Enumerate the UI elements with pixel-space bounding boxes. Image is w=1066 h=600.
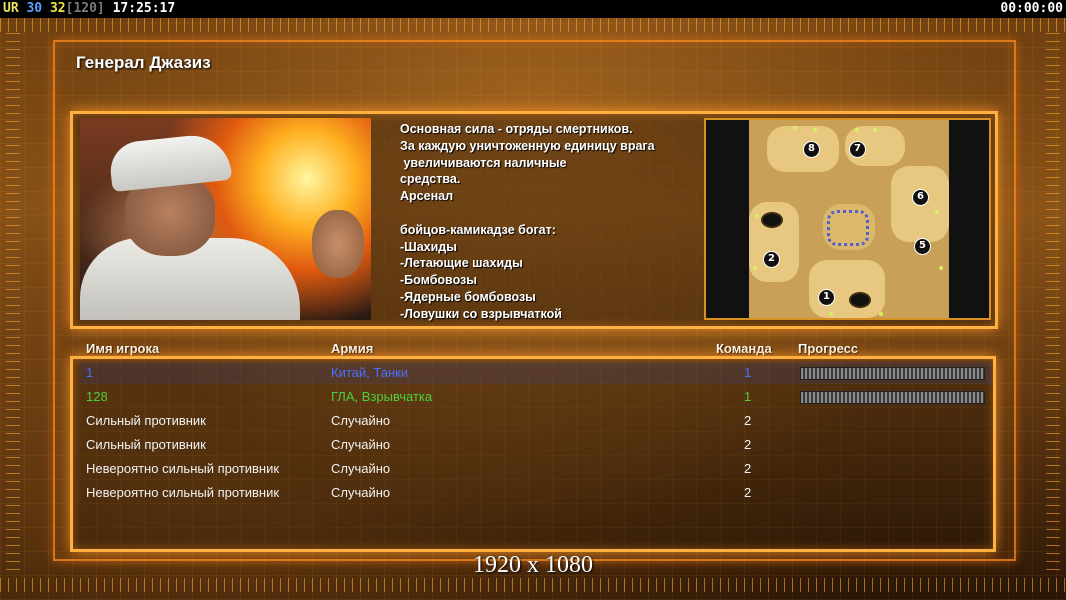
player-progress-bar [800,367,985,380]
header-team[interactable]: Команда [716,341,772,356]
map-plateau [809,260,885,318]
minimap[interactable]: 8 7 6 5 2 1 [704,118,991,320]
portrait-hand [312,210,364,278]
ruler-bottom [0,578,1066,592]
header-army[interactable]: Армия [331,341,373,356]
hud-clock: 17:25:17 [112,1,176,16]
ruler-top [0,18,1066,32]
player-team[interactable]: 2 [744,458,751,480]
map-start-5[interactable]: 5 [914,238,931,255]
player-team[interactable]: 1 [744,386,751,408]
map-start-1[interactable]: 1 [818,289,835,306]
general-title: Генерал Джазиз [76,53,211,72]
header-player-name[interactable]: Имя игрока [86,341,159,356]
player-name[interactable]: Сильный противник [86,410,206,432]
table-row[interactable]: Сильный противник Случайно 2 [0,410,1066,432]
player-name: 128 [86,389,108,404]
player-name: 1 [86,365,94,380]
player-name[interactable]: Сильный противник [86,434,206,456]
portrait-headscarf [107,131,233,193]
map-start-8[interactable]: 8 [803,141,820,158]
header-progress: Прогресс [798,341,859,356]
hud-value-b: 32 [49,1,66,16]
player-name[interactable]: Невероятно сильный противник [86,482,279,504]
hud-ur-label: UR [3,1,19,16]
player-army[interactable]: Случайно [331,482,390,504]
map-center-structure [827,210,869,246]
hud-stats: UR 30 32[120] 17:25:17 [3,0,175,18]
resolution-overlay: 1920 x 1080 [473,552,593,578]
map-start-6[interactable]: 6 [912,189,929,206]
player-army[interactable]: Китай, Танки [331,362,408,384]
player-team[interactable]: 2 [744,434,751,456]
player-progress-bar [800,391,985,404]
map-terrain: 8 7 6 5 2 1 [749,120,949,318]
player-army[interactable]: Случайно [331,458,390,480]
player-team[interactable]: 2 [744,482,751,504]
hud-value-c: [120] [65,1,105,16]
table-row[interactable]: Невероятно сильный противник Случайно 2 [0,482,1066,504]
general-description: Основная сила - отряды смертников. За ка… [400,122,655,321]
player-team[interactable]: 1 [744,362,751,384]
table-row[interactable]: Невероятно сильный противник Случайно 2 [0,458,1066,480]
player-army[interactable]: Случайно [331,434,390,456]
map-start-2[interactable]: 2 [763,251,780,268]
hud-timer: 00:00:00 [1000,1,1063,16]
map-base-empty[interactable] [761,212,783,228]
player-army[interactable]: Случайно [331,410,390,432]
map-start-7[interactable]: 7 [849,141,866,158]
table-row[interactable]: Сильный противник Случайно 2 [0,434,1066,456]
general-portrait [80,118,371,320]
player-army[interactable]: ГЛА, Взрывчатка [331,386,432,408]
table-row[interactable]: 128 ГЛА, Взрывчатка 1 [0,386,1066,408]
table-row[interactable]: 1 Китай, Танки 1 [0,362,1066,384]
player-name[interactable]: Невероятно сильный противник [86,458,279,480]
map-base-empty[interactable] [849,292,871,308]
player-team[interactable]: 2 [744,410,751,432]
hud-bar: UR 30 32[120] 17:25:17 00:00:00 [0,0,1066,18]
hud-value-a: 30 [26,1,43,16]
